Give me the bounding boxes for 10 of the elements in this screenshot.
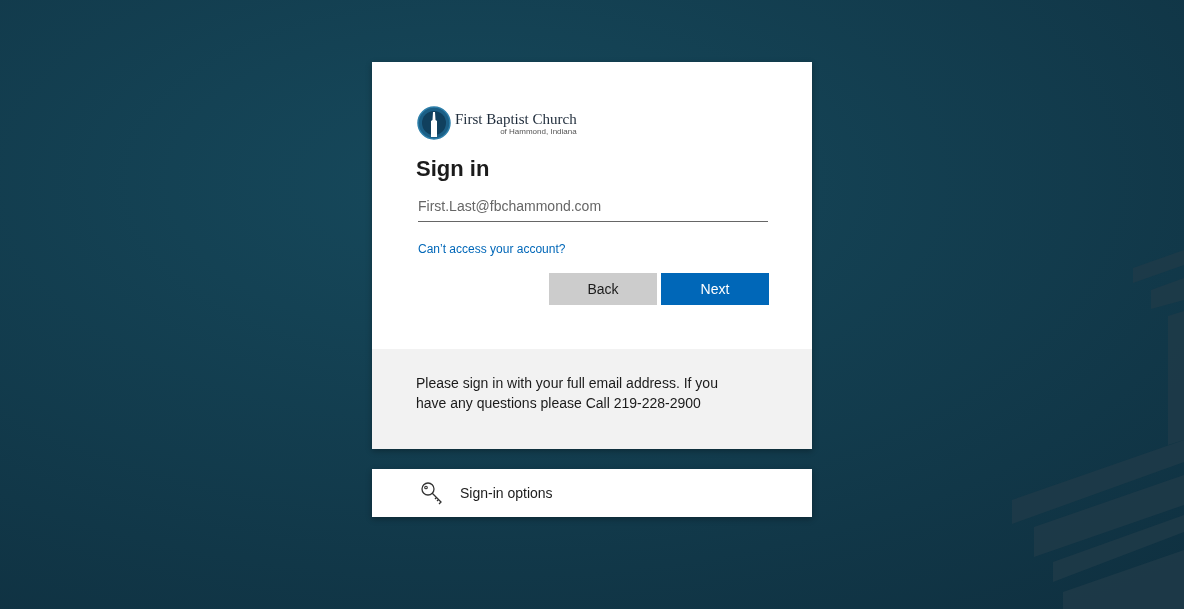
church-name: First Baptist Church	[455, 110, 577, 127]
notice-text: Please sign in with your full email address. If you have any questions please Call 219-228-2900	[416, 374, 719, 413]
next-button[interactable]: Next	[661, 273, 769, 305]
church-logo-icon	[417, 106, 451, 140]
church-location: of Hammond, Indiana	[500, 126, 577, 136]
key-icon	[420, 481, 444, 505]
back-button[interactable]: Back	[549, 273, 657, 305]
cant-access-account-link[interactable]: Can’t access your account?	[418, 242, 566, 256]
sign-in-options-button[interactable]: Sign-in options	[372, 469, 812, 517]
sign-in-title: Sign in	[416, 156, 491, 182]
